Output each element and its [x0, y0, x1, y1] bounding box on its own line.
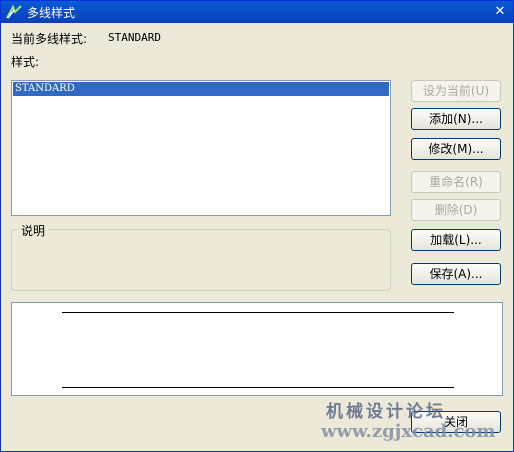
load-button[interactable]: 加载(L)...: [411, 229, 501, 251]
modify-button[interactable]: 修改(M)...: [411, 138, 501, 160]
current-style-value: STANDARD: [108, 31, 161, 44]
current-style-label: 当前多线样式:: [11, 32, 88, 46]
rename-button[interactable]: 重命名(R): [411, 171, 501, 193]
watermark-url: www.zgjxcad.com: [321, 421, 496, 442]
save-button[interactable]: 保存(A)...: [411, 263, 501, 285]
multiline-style-dialog: 多线样式 ✕ 当前多线样式: STANDARD 样式: STANDARD 说明 …: [0, 0, 514, 452]
set-current-button[interactable]: 设为当前(U): [411, 80, 501, 102]
window-title: 多线样式: [27, 6, 76, 20]
description-group: 说明: [11, 222, 391, 291]
app-icon: [6, 4, 22, 19]
title-bar[interactable]: 多线样式 ✕: [1, 1, 513, 23]
close-icon[interactable]: ✕: [491, 3, 509, 21]
delete-button[interactable]: 删除(D): [411, 199, 501, 221]
add-button[interactable]: 添加(N)...: [411, 108, 501, 130]
list-item[interactable]: STANDARD: [13, 82, 389, 96]
description-label: 说明: [18, 222, 49, 239]
preview-line-bottom: [62, 387, 454, 388]
multiline-preview: [11, 302, 503, 396]
watermark-name: 机械设计论坛: [326, 402, 446, 422]
styles-listbox[interactable]: STANDARD: [11, 80, 391, 216]
styles-label: 样式:: [11, 55, 40, 69]
preview-line-top: [62, 312, 454, 313]
